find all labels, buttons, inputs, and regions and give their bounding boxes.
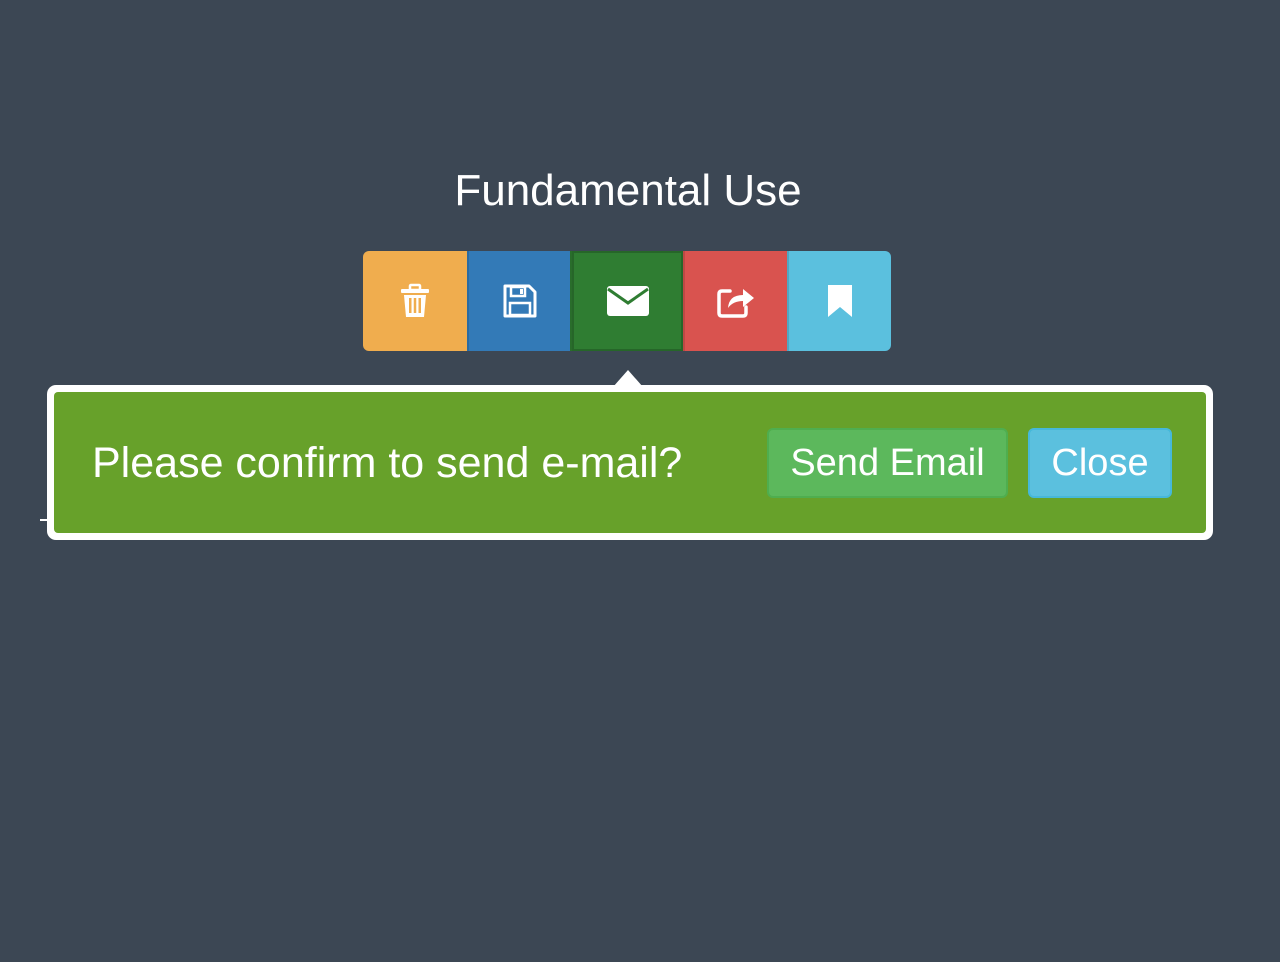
page-title: Fundamental Use	[454, 166, 802, 215]
trash-icon	[401, 283, 429, 317]
share-icon	[717, 289, 754, 318]
send-email-button[interactable]: Send Email	[767, 428, 1008, 498]
delete-button[interactable]	[363, 251, 467, 351]
decorative-dash	[40, 519, 48, 521]
share-button[interactable]	[683, 251, 787, 351]
save-button[interactable]	[467, 251, 570, 351]
popover-body: Please confirm to send e-mail? Send Emai…	[54, 392, 1206, 533]
bookmark-button[interactable]	[787, 251, 891, 351]
close-button[interactable]: Close	[1028, 428, 1172, 498]
bookmark-icon	[828, 285, 852, 317]
envelope-icon	[606, 286, 649, 316]
confirm-message: Please confirm to send e-mail?	[92, 439, 683, 487]
email-button[interactable]	[570, 251, 683, 351]
confirm-popover: Please confirm to send e-mail? Send Emai…	[47, 385, 1213, 540]
floppy-disk-icon	[503, 284, 536, 318]
action-button-group	[363, 251, 891, 351]
app-stage: Fundamental Use Please confirm to send e…	[0, 0, 1280, 962]
